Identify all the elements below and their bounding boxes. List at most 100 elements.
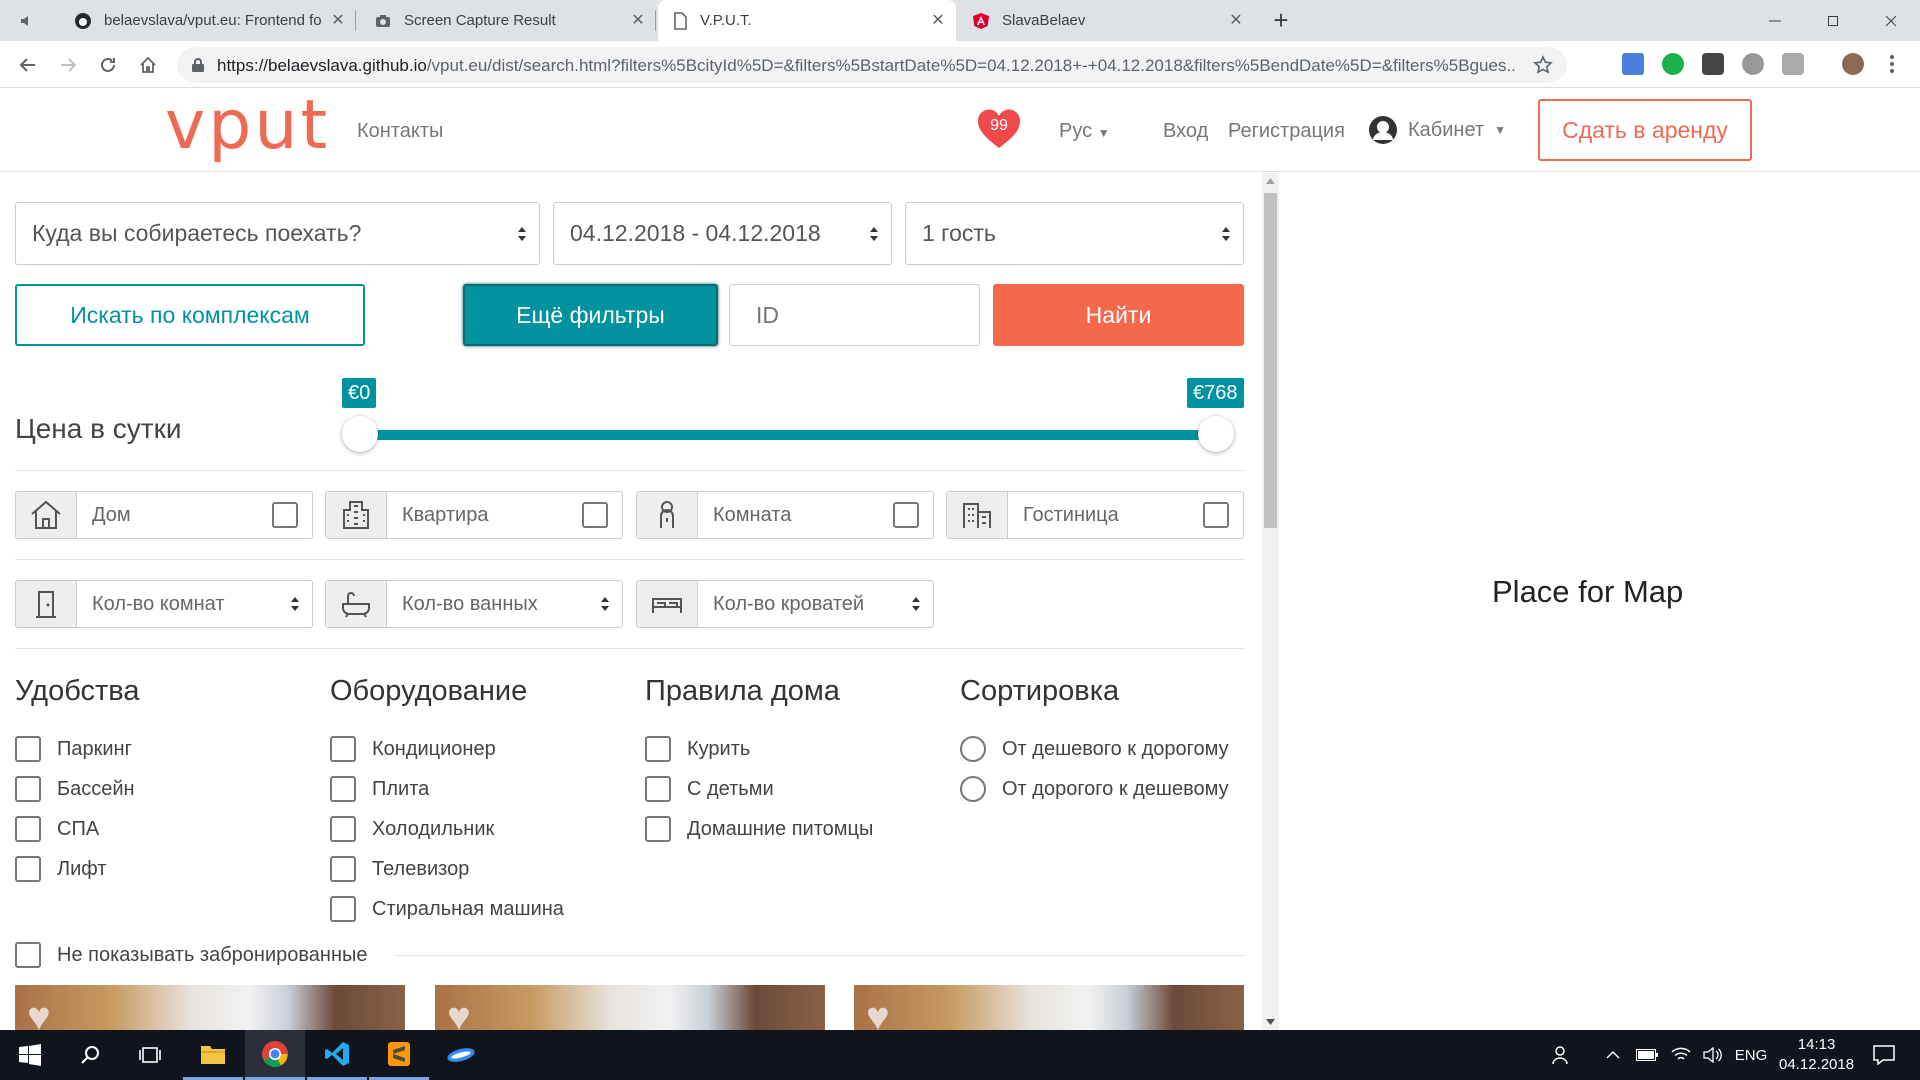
- checkbox[interactable]: [15, 816, 41, 842]
- search-icon[interactable]: [60, 1030, 120, 1080]
- heart-icon[interactable]: ♥: [447, 997, 471, 1030]
- price-slider-min-handle[interactable]: [342, 416, 378, 452]
- amenity-option[interactable]: Лифт: [15, 849, 139, 889]
- equipment-option[interactable]: Холодильник: [330, 809, 564, 849]
- tab-audio-icon[interactable]: [18, 0, 52, 41]
- checkbox[interactable]: [893, 502, 919, 528]
- translate-icon[interactable]: [1622, 53, 1644, 75]
- tab-github[interactable]: belaevslava/vput.eu: Frontend fo ✕: [60, 0, 356, 41]
- maximize-button[interactable]: [1804, 0, 1862, 41]
- hide-booked-option[interactable]: Не показывать забронированные: [15, 935, 368, 975]
- close-icon[interactable]: ✕: [630, 12, 646, 29]
- logo[interactable]: vput: [165, 91, 330, 161]
- equipment-option[interactable]: Телевизор: [330, 849, 564, 889]
- app-icon[interactable]: [431, 1030, 491, 1080]
- listing-card[interactable]: ♥: [435, 985, 825, 1030]
- task-view-icon[interactable]: [120, 1030, 180, 1080]
- id-input[interactable]: [729, 284, 980, 346]
- heart-icon[interactable]: ♥: [27, 997, 51, 1030]
- battery-icon[interactable]: [1630, 1030, 1664, 1080]
- extension-icon[interactable]: [1702, 53, 1724, 75]
- extension-circle-icon[interactable]: [1742, 53, 1764, 75]
- volume-icon[interactable]: [1696, 1030, 1730, 1080]
- equipment-option[interactable]: Плита: [330, 769, 564, 809]
- checkbox[interactable]: [1203, 502, 1229, 528]
- cabinet-menu[interactable]: Кабинет ▼: [1368, 115, 1506, 145]
- price-slider-max-handle[interactable]: [1198, 416, 1234, 452]
- rule-option[interactable]: Курить: [645, 729, 873, 769]
- favorites-heart-icon[interactable]: 99: [977, 108, 1021, 150]
- price-slider-track[interactable]: [360, 430, 1215, 440]
- chevron-up-icon[interactable]: [1598, 1030, 1628, 1080]
- checkbox[interactable]: [645, 736, 671, 762]
- radio-button[interactable]: [960, 776, 986, 802]
- address-bar[interactable]: https://belaevslava.github.io/vput.eu/di…: [177, 47, 1567, 83]
- type-room[interactable]: Комната: [636, 491, 934, 539]
- home-button[interactable]: [134, 51, 162, 79]
- rooms-count-select[interactable]: Кол-во комнат: [15, 580, 313, 628]
- amenity-option[interactable]: Бассейн: [15, 769, 139, 809]
- tab-screen-capture[interactable]: Screen Capture Result ✕: [360, 0, 656, 41]
- close-icon[interactable]: ✕: [930, 12, 946, 29]
- amenity-option[interactable]: Паркинг: [15, 729, 139, 769]
- listing-card[interactable]: ♥: [854, 985, 1244, 1030]
- guests-select[interactable]: 1 гость: [905, 202, 1244, 265]
- checkbox[interactable]: [15, 856, 41, 882]
- star-icon[interactable]: [1533, 55, 1553, 75]
- new-tab-button[interactable]: +: [1268, 7, 1294, 34]
- avatar[interactable]: [1842, 53, 1864, 75]
- menu-icon[interactable]: [1890, 55, 1894, 73]
- minimize-button[interactable]: [1746, 0, 1804, 41]
- find-button[interactable]: Найти: [993, 284, 1244, 346]
- back-button[interactable]: [14, 51, 42, 79]
- language-select[interactable]: Рус ▼: [1059, 120, 1110, 143]
- reload-button[interactable]: [94, 51, 122, 79]
- checkbox[interactable]: [272, 502, 298, 528]
- checkbox[interactable]: [330, 816, 356, 842]
- equipment-option[interactable]: Стиральная машина: [330, 889, 564, 929]
- checkbox[interactable]: [645, 776, 671, 802]
- checkbox[interactable]: [15, 942, 41, 968]
- windows-start-icon[interactable]: [0, 1030, 60, 1080]
- checkbox[interactable]: [330, 896, 356, 922]
- register-link[interactable]: Регистрация: [1228, 120, 1345, 143]
- scroll-down-icon[interactable]: [1266, 1019, 1275, 1025]
- checkbox[interactable]: [330, 776, 356, 802]
- input-language[interactable]: ENG: [1730, 1030, 1772, 1080]
- rent-out-button[interactable]: Сдать в аренду: [1538, 99, 1752, 161]
- login-link[interactable]: Вход: [1163, 120, 1208, 143]
- rule-option[interactable]: Домашние питомцы: [645, 809, 873, 849]
- scrollbar-thumb[interactable]: [1264, 193, 1277, 528]
- amenity-option[interactable]: СПА: [15, 809, 139, 849]
- checkbox[interactable]: [330, 736, 356, 762]
- close-window-button[interactable]: [1862, 0, 1920, 41]
- equipment-option[interactable]: Кондиционер: [330, 729, 564, 769]
- wifi-icon[interactable]: [1664, 1030, 1698, 1080]
- bathrooms-count-select[interactable]: Кол-во ванных: [325, 580, 623, 628]
- screenshot-icon[interactable]: [1782, 53, 1804, 75]
- close-icon[interactable]: ✕: [1228, 12, 1244, 29]
- heart-icon[interactable]: ♥: [866, 997, 890, 1030]
- scroll-up-icon[interactable]: [1266, 178, 1275, 184]
- checkbox[interactable]: [15, 736, 41, 762]
- beds-count-select[interactable]: Кол-во кроватей: [636, 580, 934, 628]
- tab-slavabelaev[interactable]: SlavaBelaev ✕: [958, 0, 1254, 41]
- rule-option[interactable]: С детьми: [645, 769, 873, 809]
- more-filters-button[interactable]: Ещё фильтры: [463, 284, 718, 346]
- tab-vput[interactable]: V.P.U.T. ✕: [658, 0, 956, 41]
- type-house[interactable]: Дом: [15, 491, 313, 539]
- forward-button[interactable]: [54, 51, 82, 79]
- grammarly-icon[interactable]: [1662, 53, 1684, 75]
- listing-card[interactable]: ♥: [15, 985, 405, 1030]
- checkbox[interactable]: [582, 502, 608, 528]
- sublime-text-icon[interactable]: [369, 1030, 429, 1080]
- panel-scrollbar[interactable]: [1262, 173, 1279, 1030]
- vscode-icon[interactable]: [307, 1030, 367, 1080]
- sort-option[interactable]: От дешевого к дорогому: [960, 729, 1229, 769]
- file-explorer-icon[interactable]: [183, 1030, 243, 1080]
- search-complexes-button[interactable]: Искать по комплексам: [15, 284, 365, 346]
- checkbox[interactable]: [15, 776, 41, 802]
- notifications-icon[interactable]: [1860, 1030, 1908, 1080]
- people-icon[interactable]: [1542, 1030, 1582, 1080]
- contacts-link[interactable]: Контакты: [357, 120, 443, 143]
